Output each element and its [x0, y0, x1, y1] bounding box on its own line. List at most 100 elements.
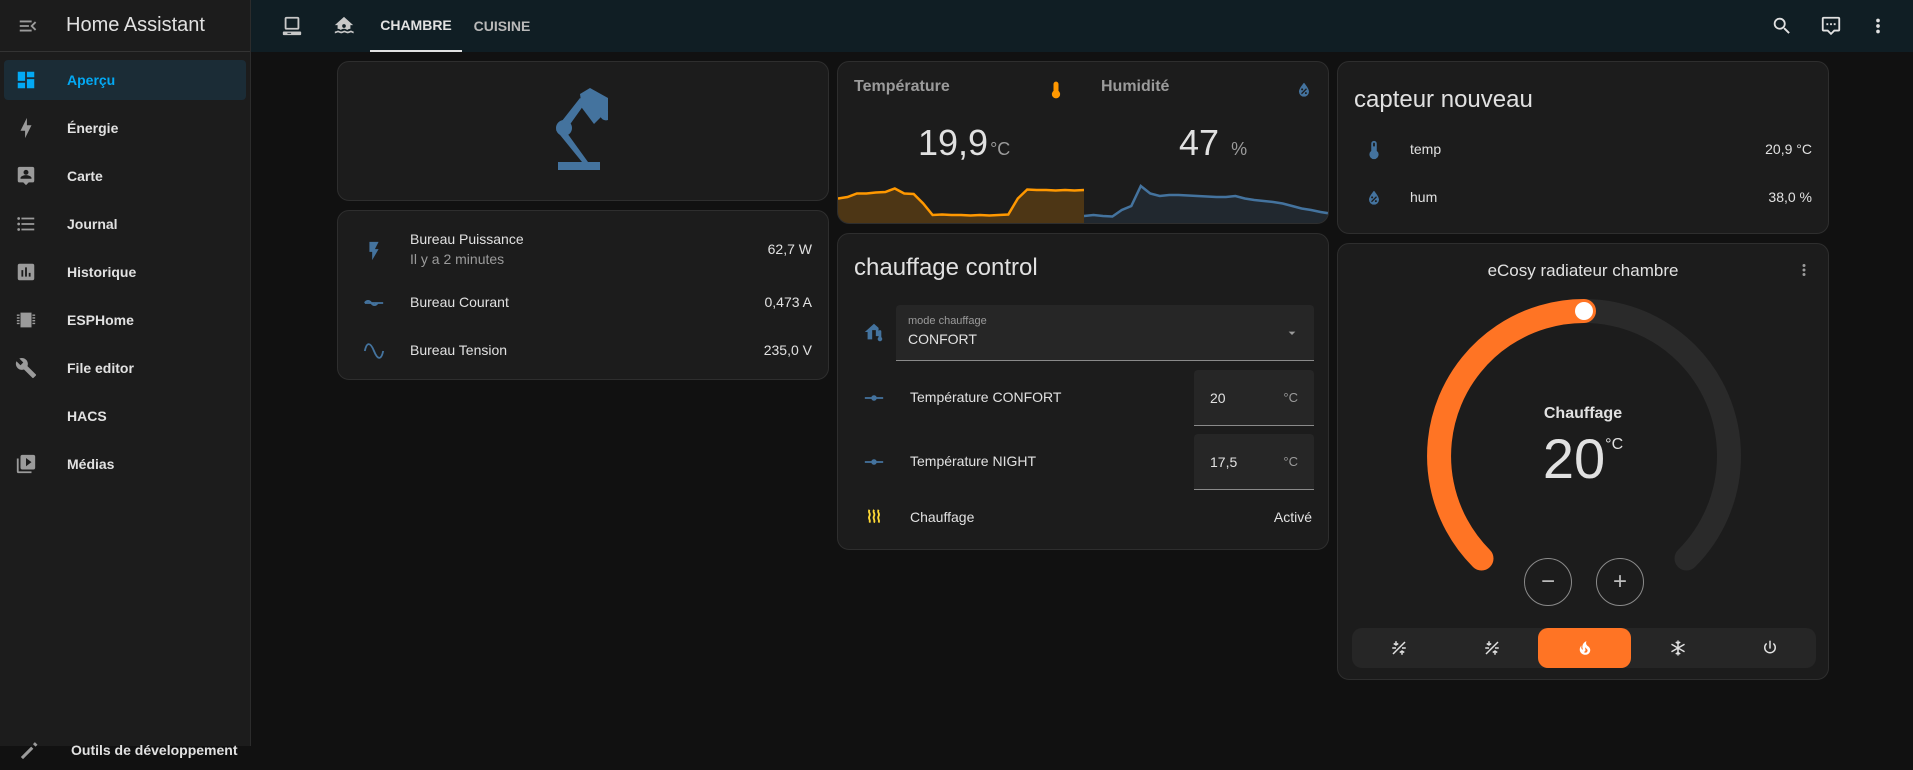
entity-name: Bureau Puissance: [410, 231, 524, 247]
sidebar-item-esphome[interactable]: ESPHome: [4, 300, 246, 340]
input-value: 17,5: [1210, 454, 1238, 470]
thermostat-target: 20°C: [1338, 426, 1828, 491]
sensor-value-number: 47: [1179, 122, 1220, 163]
fire-icon: [1579, 641, 1590, 655]
sensor-humidity[interactable]: Humidité 47 %: [1084, 62, 1328, 223]
tab-cuisine[interactable]: CUISINE: [466, 0, 538, 52]
lamp-button-card[interactable]: [337, 61, 829, 201]
mode-button-auto-off[interactable]: [1352, 628, 1445, 668]
sidebar-item-historique[interactable]: Historique: [4, 252, 246, 292]
entity-row-bureau-courant[interactable]: Bureau Courant 0,473 A: [338, 283, 828, 323]
entity-value: 0,473 A: [764, 294, 813, 310]
sensor-temperature[interactable]: Température 19,9 °C: [838, 62, 1084, 223]
sidebar-item-label: Énergie: [67, 120, 119, 136]
entity-row-temp[interactable]: temp 20,9 °C: [1338, 130, 1828, 170]
sidebar-item-journal[interactable]: Journal: [4, 204, 246, 244]
sidebar-item-energie[interactable]: Énergie: [4, 108, 246, 148]
sensor-name: Humidité: [1101, 78, 1170, 95]
entity-row-bureau-puissance[interactable]: Bureau Puissance Il y a 2 minutes 62,7 W: [338, 227, 828, 275]
mode-button-heat-cool[interactable]: [1445, 628, 1538, 668]
wrench-icon: [14, 356, 38, 380]
sidebar-header: Home Assistant: [0, 0, 250, 52]
card-title: chauffage control: [854, 254, 1038, 281]
entity-name: Bureau Courant: [410, 294, 509, 310]
sidebar-item-dev-tools[interactable]: Outils de développement: [8, 730, 251, 770]
entity-name: Température CONFORT: [910, 389, 1062, 405]
entity-row-chauffage[interactable]: Chauffage Activé: [838, 498, 1328, 538]
confort-temperature-input[interactable]: 20 °C: [1194, 370, 1314, 426]
view-tab-desktop[interactable]: [278, 12, 306, 40]
temperature-sparkline: [838, 187, 1084, 223]
search-button[interactable]: [1766, 10, 1798, 42]
top-app-bar: CHAMBRE CUISINE: [251, 0, 1913, 52]
menu-toggle-button[interactable]: [6, 4, 50, 48]
capteur-nouveau-card: capteur nouveau temp 20,9 °C hum 38,0 %: [1337, 61, 1829, 234]
humidity-sparkline: [1084, 184, 1328, 223]
decrease-temperature-button[interactable]: −: [1524, 558, 1572, 606]
entity-name: Température NIGHT: [910, 453, 1037, 469]
sidebar-item-hacs[interactable]: HACS: [4, 396, 246, 436]
thermometer-icon: [1051, 81, 1061, 99]
mode-chauffage-select[interactable]: mode chauffage CONFORT: [896, 305, 1314, 361]
entity-value: Activé: [1273, 509, 1312, 525]
target-unit: °C: [1605, 436, 1624, 453]
mode-button-cool[interactable]: [1631, 628, 1724, 668]
format-list-bulleted-icon: [14, 212, 38, 236]
sidebar-item-medias[interactable]: Médias: [4, 444, 246, 484]
sidebar-item-apercu[interactable]: Aperçu: [4, 60, 246, 100]
thermostat-more-button[interactable]: [1792, 258, 1816, 282]
sidebar-item-file-editor[interactable]: File editor: [4, 348, 246, 388]
heat-wave-icon: [862, 506, 886, 530]
sensor-value-number: 19,9: [918, 122, 989, 163]
sidebar-item-label: Médias: [67, 456, 115, 472]
sidebar-list: Aperçu Énergie Carte Journal Historique …: [0, 52, 250, 484]
view-tab-home[interactable]: [330, 12, 358, 40]
more-options-button[interactable]: [1862, 10, 1894, 42]
sensor-graph-card: Température 19,9 °C Humidité 47 %: [837, 61, 1329, 224]
mode-button-off[interactable]: [1724, 628, 1816, 668]
ray-vertex-icon: [862, 386, 886, 410]
assist-button[interactable]: [1815, 10, 1847, 42]
entity-name: hum: [1410, 189, 1438, 205]
sidebar: Home Assistant Aperçu Énergie Carte Jour…: [0, 0, 251, 760]
entity-name: temp: [1410, 141, 1442, 157]
sensor-unit: °C: [990, 139, 1011, 159]
lightning-bolt-icon: [14, 116, 38, 140]
entity-value: 62,7 W: [767, 241, 812, 257]
input-unit: °C: [1283, 390, 1298, 405]
dial-handle[interactable]: [1575, 302, 1593, 320]
select-value: CONFORT: [908, 331, 977, 347]
sun-snowflake-off-icon: [1391, 641, 1406, 655]
snowflake-icon: [1670, 640, 1685, 656]
night-temperature-input[interactable]: 17,5 °C: [1194, 434, 1314, 490]
sun-snowflake-icon: [1484, 641, 1499, 655]
assist-message-icon: [1821, 16, 1841, 36]
input-unit: °C: [1283, 454, 1298, 469]
tab-chambre[interactable]: CHAMBRE: [370, 0, 462, 52]
entity-value: 20,9 °C: [1765, 141, 1812, 157]
sidebar-item-label: Historique: [67, 264, 137, 280]
flash-icon: [362, 239, 386, 263]
entity-row-bureau-tension[interactable]: Bureau Tension 235,0 V: [338, 331, 828, 371]
app-title: Home Assistant: [66, 14, 205, 36]
chart-box-icon: [14, 260, 38, 284]
hacs-icon: [14, 404, 38, 428]
entity-value: 235,0 V: [763, 342, 812, 358]
increase-temperature-button[interactable]: +: [1596, 558, 1644, 606]
view-dashboard-icon: [14, 68, 38, 92]
home-flood-icon: [334, 16, 354, 34]
mode-button-heat[interactable]: [1538, 628, 1631, 668]
minus-icon: −: [1540, 568, 1555, 595]
thermometer-icon: [1362, 138, 1386, 162]
play-box-multiple-icon: [14, 452, 38, 476]
sidebar-item-carte[interactable]: Carte: [4, 156, 246, 196]
power-icon: [1764, 640, 1776, 654]
thermostat-title: eCosy radiateur chambre: [1487, 261, 1679, 280]
entity-row-hum[interactable]: hum 38,0 %: [1338, 178, 1828, 218]
map-account-icon: [14, 164, 38, 188]
number-row-night: Température NIGHT 17,5 °C: [838, 434, 1328, 490]
more-vert-icon: [1802, 264, 1806, 276]
water-percent-icon: [1362, 186, 1386, 210]
menu-open-icon: [19, 20, 37, 31]
current-ac-icon: [362, 291, 386, 315]
